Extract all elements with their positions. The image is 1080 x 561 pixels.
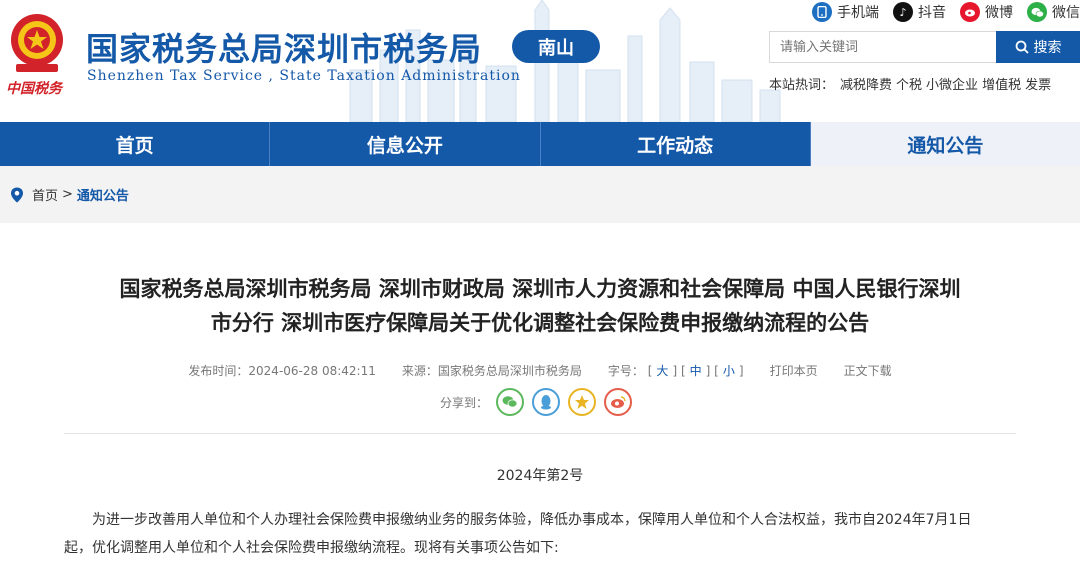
share-qzone-icon[interactable] xyxy=(568,388,597,416)
document-number: 2024年第2号 xyxy=(496,468,584,484)
download-text-link[interactable]: 正文下载 xyxy=(844,362,892,379)
hotwords-label: 本站热词： xyxy=(769,78,835,93)
hotword-link[interactable]: 个税 xyxy=(896,74,922,93)
hotwords: 本站热词： 减税降费 个税 小微企业 增值税 发票 xyxy=(769,74,1055,93)
wechat-icon xyxy=(1027,2,1047,22)
article-paragraph: 为进一步改善用人单位和个人办理社会保险费申报缴纳业务的服务体验，降低办事成本，保… xyxy=(64,512,972,556)
breadcrumb-home-link[interactable]: 首页 xyxy=(32,185,58,204)
nav-item-work-news[interactable]: 工作动态 xyxy=(541,122,811,166)
search-input[interactable] xyxy=(769,31,996,63)
breadcrumb: 首页 > 通知公告 xyxy=(10,185,129,204)
article-meta: 发布时间：2024-06-28 08:42:11 来源：国家税务总局深圳市税务局… xyxy=(0,362,1080,379)
font-size-large-link[interactable]: 大 xyxy=(656,364,668,378)
weibo-icon xyxy=(960,2,980,22)
publish-time: 发布时间：2024-06-28 08:42:11 xyxy=(188,364,376,378)
share-label: 分享到： xyxy=(440,395,489,410)
site-subtitle: Shenzhen Tax Service , State Taxation Ad… xyxy=(87,68,521,84)
hotword-link[interactable]: 小微企业 xyxy=(926,74,978,93)
social-mobile-label: 手机端 xyxy=(837,5,879,21)
breadcrumb-bar: 首页 > 通知公告 xyxy=(0,166,1080,223)
search-button[interactable]: 搜索 xyxy=(996,31,1080,63)
article-source: 来源：国家税务总局深圳市税务局 xyxy=(401,364,582,378)
national-tax-emblem xyxy=(11,14,63,72)
article-divider xyxy=(64,433,1016,434)
font-size-small-link[interactable]: 小 xyxy=(723,364,735,378)
social-wechat-label: 微信 xyxy=(1052,5,1080,21)
brand-calligraphy-text: 中国税务 xyxy=(6,81,62,97)
main-nav: 首页 信息公开 工作动态 通知公告 xyxy=(0,122,1080,166)
share-wechat-icon[interactable] xyxy=(496,388,525,416)
nav-item-info-disclosure[interactable]: 信息公开 xyxy=(270,122,541,166)
search-icon xyxy=(1015,40,1029,54)
social-weibo-label: 微博 xyxy=(985,5,1013,21)
social-wechat-link[interactable]: 微信 xyxy=(1027,2,1080,22)
location-pin-icon xyxy=(11,187,23,202)
share-qq-icon[interactable] xyxy=(532,388,561,416)
hotword-link[interactable]: 增值税 xyxy=(982,74,1021,93)
mobile-icon xyxy=(812,2,832,22)
hotword-link[interactable]: 减税降费 xyxy=(840,74,892,93)
nav-item-notices[interactable]: 通知公告 xyxy=(810,122,1080,166)
share-weibo-icon[interactable] xyxy=(604,388,633,416)
nav-item-home[interactable]: 首页 xyxy=(0,122,271,166)
site-header: 中国税务 国家税务总局深圳市税务局 Shenzhen Tax Service ,… xyxy=(0,0,1080,122)
font-size-control: 字号： [大] [中] [小] xyxy=(607,364,744,378)
breadcrumb-current[interactable]: 通知公告 xyxy=(77,185,129,204)
social-links: 手机端 ♪ 抖音 微博 微信 xyxy=(798,2,1080,22)
share-bar: 分享到： xyxy=(440,388,633,416)
breadcrumb-separator: > xyxy=(62,187,73,202)
article-title-line: 国家税务总局深圳市税务局 深圳市财政局 深圳市人力资源和社会保障局 中国人民银行… xyxy=(119,277,961,301)
hotword-link[interactable]: 发票 xyxy=(1025,74,1051,93)
social-douyin-label: 抖音 xyxy=(918,5,946,21)
print-page-link[interactable]: 打印本页 xyxy=(770,362,818,379)
font-size-medium-link[interactable]: 中 xyxy=(690,364,702,378)
search-button-label: 搜索 xyxy=(1033,40,1062,56)
article-title: 国家税务总局深圳市税务局 深圳市财政局 深圳市人力资源和社会保障局 中国人民银行… xyxy=(60,272,1020,340)
douyin-icon: ♪ xyxy=(893,2,913,22)
social-weibo-link[interactable]: 微博 xyxy=(960,2,1013,22)
article-title-line: 市分行 深圳市医疗保障局关于优化调整社会保险费申报缴纳流程的公告 xyxy=(210,311,870,335)
region-badge[interactable]: 南山 xyxy=(512,30,600,63)
social-douyin-link[interactable]: ♪ 抖音 xyxy=(893,2,946,22)
social-mobile-link[interactable]: 手机端 xyxy=(812,2,879,22)
site-title[interactable]: 国家税务总局深圳市税务局 xyxy=(86,24,482,70)
